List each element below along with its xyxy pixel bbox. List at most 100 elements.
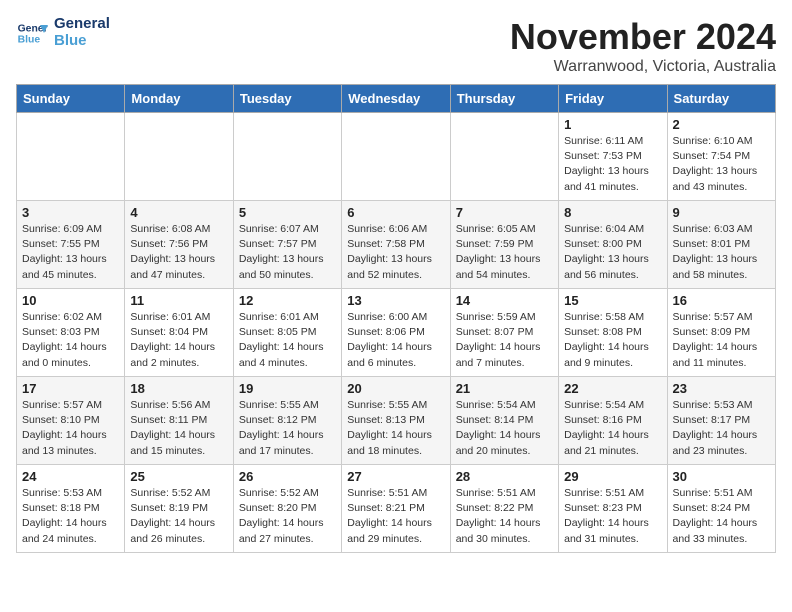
day-number: 23 xyxy=(673,381,770,396)
logo-line2: Blue xyxy=(54,33,110,50)
weekday-monday: Monday xyxy=(125,85,233,113)
day-number: 28 xyxy=(456,469,553,484)
day-number: 16 xyxy=(673,293,770,308)
month-title: November 2024 xyxy=(510,16,776,58)
calendar-cell: 20 Sunrise: 5:55 AM Sunset: 8:13 PM Dayli… xyxy=(342,377,450,465)
day-info: Sunrise: 5:52 AM Sunset: 8:20 PM Dayligh… xyxy=(239,486,336,547)
day-number: 19 xyxy=(239,381,336,396)
day-number: 15 xyxy=(564,293,661,308)
week-row-4: 17Sunrise: 5:57 AM Sunset: 8:10 PM Dayli… xyxy=(17,377,776,465)
calendar-cell: 12 Sunrise: 6:01 AM Sunset: 8:05 PM Dayli… xyxy=(233,289,341,377)
calendar-cell: 10Sunrise: 6:02 AM Sunset: 8:03 PM Dayli… xyxy=(17,289,125,377)
day-info: Sunrise: 6:04 AM Sunset: 8:00 PM Dayligh… xyxy=(564,222,661,283)
day-info: Sunrise: 5:53 AM Sunset: 8:17 PM Dayligh… xyxy=(673,398,770,459)
day-number: 14 xyxy=(456,293,553,308)
calendar-cell xyxy=(342,113,450,201)
calendar-cell xyxy=(450,113,558,201)
logo: General Blue General Blue xyxy=(16,16,110,49)
calendar-table: SundayMondayTuesdayWednesdayThursdayFrid… xyxy=(16,84,776,553)
day-info: Sunrise: 6:03 AM Sunset: 8:01 PM Dayligh… xyxy=(673,222,770,283)
calendar-cell: 25 Sunrise: 5:52 AM Sunset: 8:19 PM Dayli… xyxy=(125,465,233,553)
week-row-3: 10Sunrise: 6:02 AM Sunset: 8:03 PM Dayli… xyxy=(17,289,776,377)
day-info: Sunrise: 6:09 AM Sunset: 7:55 PM Dayligh… xyxy=(22,222,119,283)
calendar-cell: 16 Sunrise: 5:57 AM Sunset: 8:09 PM Dayli… xyxy=(667,289,775,377)
day-info: Sunrise: 5:54 AM Sunset: 8:14 PM Dayligh… xyxy=(456,398,553,459)
calendar-cell: 14Sunrise: 5:59 AM Sunset: 8:07 PM Dayli… xyxy=(450,289,558,377)
day-number: 2 xyxy=(673,117,770,132)
day-info: Sunrise: 5:51 AM Sunset: 8:23 PM Dayligh… xyxy=(564,486,661,547)
day-info: Sunrise: 5:57 AM Sunset: 8:09 PM Dayligh… xyxy=(673,310,770,371)
day-number: 10 xyxy=(22,293,119,308)
calendar-cell xyxy=(17,113,125,201)
day-number: 20 xyxy=(347,381,444,396)
week-row-5: 24Sunrise: 5:53 AM Sunset: 8:18 PM Dayli… xyxy=(17,465,776,553)
day-number: 5 xyxy=(239,205,336,220)
day-number: 18 xyxy=(130,381,227,396)
weekday-saturday: Saturday xyxy=(667,85,775,113)
day-info: Sunrise: 5:54 AM Sunset: 8:16 PM Dayligh… xyxy=(564,398,661,459)
day-number: 3 xyxy=(22,205,119,220)
calendar-cell: 29 Sunrise: 5:51 AM Sunset: 8:23 PM Dayli… xyxy=(559,465,667,553)
weekday-thursday: Thursday xyxy=(450,85,558,113)
day-info: Sunrise: 5:52 AM Sunset: 8:19 PM Dayligh… xyxy=(130,486,227,547)
calendar-cell: 3 Sunrise: 6:09 AM Sunset: 7:55 PM Daylig… xyxy=(17,201,125,289)
weekday-wednesday: Wednesday xyxy=(342,85,450,113)
calendar-cell: 5Sunrise: 6:07 AM Sunset: 7:57 PM Daylig… xyxy=(233,201,341,289)
day-number: 25 xyxy=(130,469,227,484)
calendar-cell xyxy=(233,113,341,201)
day-number: 12 xyxy=(239,293,336,308)
day-number: 21 xyxy=(456,381,553,396)
day-number: 22 xyxy=(564,381,661,396)
week-row-1: 1Sunrise: 6:11 AM Sunset: 7:53 PM Daylig… xyxy=(17,113,776,201)
day-info: Sunrise: 5:55 AM Sunset: 8:13 PM Dayligh… xyxy=(347,398,444,459)
calendar-cell: 26 Sunrise: 5:52 AM Sunset: 8:20 PM Dayli… xyxy=(233,465,341,553)
day-number: 9 xyxy=(673,205,770,220)
day-info: Sunrise: 5:55 AM Sunset: 8:12 PM Dayligh… xyxy=(239,398,336,459)
day-number: 11 xyxy=(130,293,227,308)
day-number: 7 xyxy=(456,205,553,220)
calendar-cell: 1Sunrise: 6:11 AM Sunset: 7:53 PM Daylig… xyxy=(559,113,667,201)
calendar-cell: 24Sunrise: 5:53 AM Sunset: 8:18 PM Dayli… xyxy=(17,465,125,553)
calendar-cell: 4Sunrise: 6:08 AM Sunset: 7:56 PM Daylig… xyxy=(125,201,233,289)
day-info: Sunrise: 5:51 AM Sunset: 8:22 PM Dayligh… xyxy=(456,486,553,547)
weekday-tuesday: Tuesday xyxy=(233,85,341,113)
day-number: 6 xyxy=(347,205,444,220)
calendar-cell: 28 Sunrise: 5:51 AM Sunset: 8:22 PM Dayli… xyxy=(450,465,558,553)
calendar-cell: 15 Sunrise: 5:58 AM Sunset: 8:08 PM Dayli… xyxy=(559,289,667,377)
calendar-cell: 22 Sunrise: 5:54 AM Sunset: 8:16 PM Dayli… xyxy=(559,377,667,465)
day-info: Sunrise: 5:57 AM Sunset: 8:10 PM Dayligh… xyxy=(22,398,119,459)
weekday-sunday: Sunday xyxy=(17,85,125,113)
svg-text:Blue: Blue xyxy=(18,34,41,45)
day-number: 27 xyxy=(347,469,444,484)
calendar-body: 1Sunrise: 6:11 AM Sunset: 7:53 PM Daylig… xyxy=(17,113,776,553)
weekday-header-row: SundayMondayTuesdayWednesdayThursdayFrid… xyxy=(17,85,776,113)
weekday-friday: Friday xyxy=(559,85,667,113)
calendar-cell xyxy=(125,113,233,201)
day-info: Sunrise: 5:56 AM Sunset: 8:11 PM Dayligh… xyxy=(130,398,227,459)
day-number: 24 xyxy=(22,469,119,484)
day-info: Sunrise: 6:00 AM Sunset: 8:06 PM Dayligh… xyxy=(347,310,444,371)
day-number: 30 xyxy=(673,469,770,484)
calendar-cell: 23 Sunrise: 5:53 AM Sunset: 8:17 PM Dayli… xyxy=(667,377,775,465)
day-info: Sunrise: 5:51 AM Sunset: 8:21 PM Dayligh… xyxy=(347,486,444,547)
day-number: 29 xyxy=(564,469,661,484)
calendar-cell: 9 Sunrise: 6:03 AM Sunset: 8:01 PM Daylig… xyxy=(667,201,775,289)
day-info: Sunrise: 6:05 AM Sunset: 7:59 PM Dayligh… xyxy=(456,222,553,283)
day-info: Sunrise: 6:01 AM Sunset: 8:04 PM Dayligh… xyxy=(130,310,227,371)
day-info: Sunrise: 6:01 AM Sunset: 8:05 PM Dayligh… xyxy=(239,310,336,371)
calendar-cell: 17Sunrise: 5:57 AM Sunset: 8:10 PM Dayli… xyxy=(17,377,125,465)
calendar-cell: 2Sunrise: 6:10 AM Sunset: 7:54 PM Daylig… xyxy=(667,113,775,201)
day-number: 1 xyxy=(564,117,661,132)
calendar-cell: 27 Sunrise: 5:51 AM Sunset: 8:21 PM Dayli… xyxy=(342,465,450,553)
title-area: November 2024 Warranwood, Victoria, Aust… xyxy=(510,16,776,76)
logo-icon: General Blue xyxy=(16,17,48,49)
calendar-cell: 19 Sunrise: 5:55 AM Sunset: 8:12 PM Dayli… xyxy=(233,377,341,465)
day-number: 8 xyxy=(564,205,661,220)
location-title: Warranwood, Victoria, Australia xyxy=(510,58,776,76)
logo-line1: General xyxy=(54,16,110,33)
day-number: 26 xyxy=(239,469,336,484)
day-info: Sunrise: 5:58 AM Sunset: 8:08 PM Dayligh… xyxy=(564,310,661,371)
calendar-cell: 6Sunrise: 6:06 AM Sunset: 7:58 PM Daylig… xyxy=(342,201,450,289)
calendar-cell: 7 Sunrise: 6:05 AM Sunset: 7:59 PM Daylig… xyxy=(450,201,558,289)
calendar-cell: 8 Sunrise: 6:04 AM Sunset: 8:00 PM Daylig… xyxy=(559,201,667,289)
